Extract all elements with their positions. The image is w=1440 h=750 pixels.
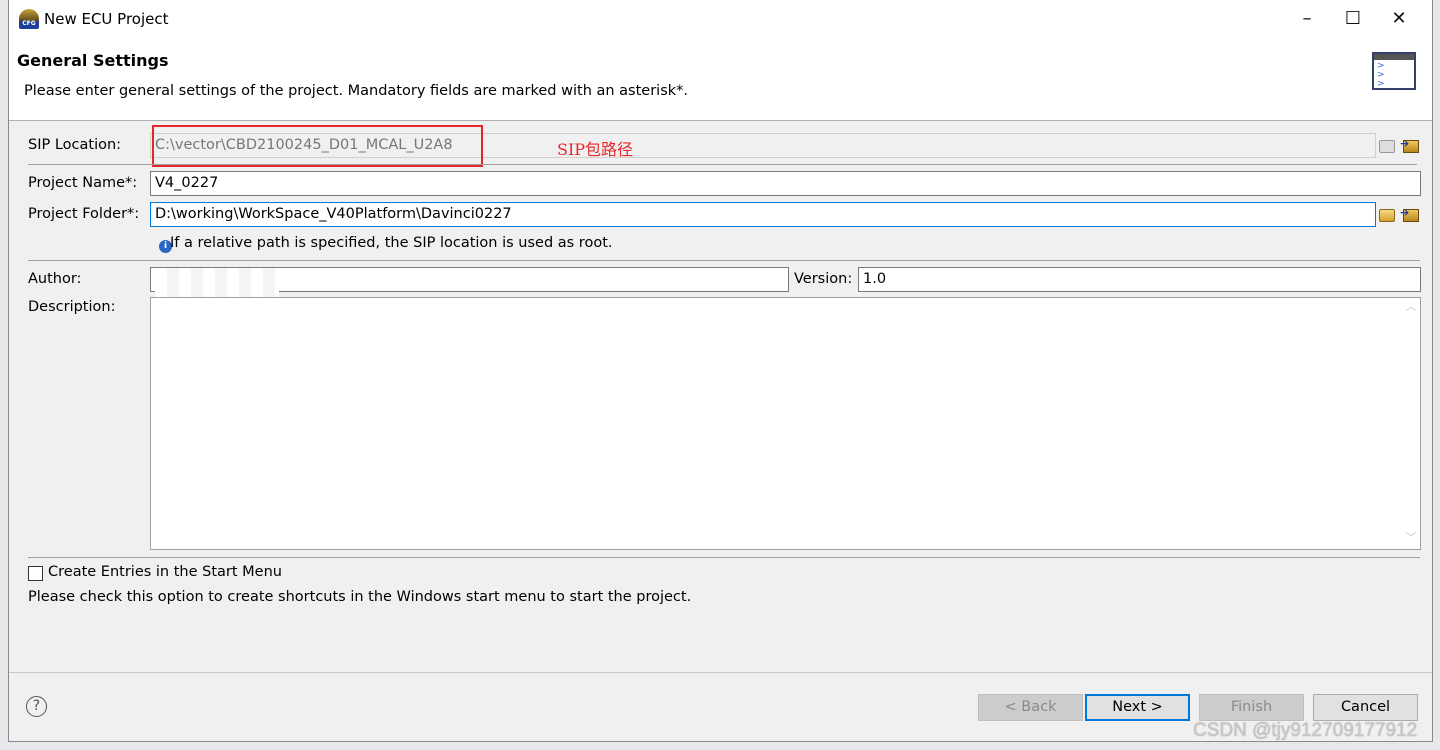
page-title: General Settings [17,51,169,70]
version-label: Version: [794,271,853,287]
start-menu-checkbox[interactable] [28,566,43,581]
help-icon[interactable]: ? [26,696,47,717]
wizard-header: General Settings Please enter general se… [9,38,1432,121]
version-input[interactable]: 1.0 [858,267,1421,292]
start-menu-label[interactable]: Create Entries in the Start Menu [48,564,282,580]
divider [28,164,1417,165]
relative-path-hint: If a relative path is specified, the SIP… [170,235,613,251]
browse-folder-icon[interactable] [1400,206,1419,222]
divider [28,260,1420,261]
browse-folder-icon[interactable] [1400,137,1419,153]
wizard-settings-icon: > > > [1372,52,1416,90]
author-label: Author: [28,271,82,287]
highlight-box [152,125,483,167]
redacted-area [155,268,279,298]
page-description: Please enter general settings of the pro… [24,83,689,99]
cancel-button[interactable]: Cancel [1313,694,1418,721]
project-name-input[interactable]: V4_0227 [150,171,1421,196]
start-menu-hint: Please check this option to create short… [28,589,692,605]
cfg-app-icon: CFG [19,9,39,29]
project-name-label: Project Name*: [28,175,138,191]
minimize-button[interactable]: – [1284,4,1330,34]
back-button[interactable]: < Back [978,694,1083,721]
maximize-button[interactable]: ☐ [1330,4,1376,34]
folder-open-icon[interactable] [1379,209,1395,222]
description-label: Description: [28,299,116,315]
vertical-scrollbar[interactable]: ︿ ﹀ [1402,298,1420,549]
window-title: New ECU Project [44,10,169,28]
sip-location-label: SIP Location: [28,137,122,153]
title-bar: CFG New ECU Project – ☐ ✕ [9,0,1432,38]
finish-button[interactable]: Finish [1199,694,1304,721]
watermark: CSDN @tjy912709177912 [1193,720,1418,741]
divider [28,557,1420,558]
close-button[interactable]: ✕ [1376,4,1422,34]
folder-open-icon [1379,140,1395,153]
project-folder-label: Project Folder*: [28,206,140,222]
new-ecu-project-dialog: CFG New ECU Project – ☐ ✕ General Settin… [8,0,1433,742]
divider [9,672,1432,673]
annotation-text: SIP包路径 [557,140,634,159]
description-textarea[interactable]: ︿ ﹀ [150,297,1421,550]
project-folder-input[interactable]: D:\working\WorkSpace_V40Platform\Davinci… [150,202,1376,227]
next-button[interactable]: Next > [1085,694,1190,721]
